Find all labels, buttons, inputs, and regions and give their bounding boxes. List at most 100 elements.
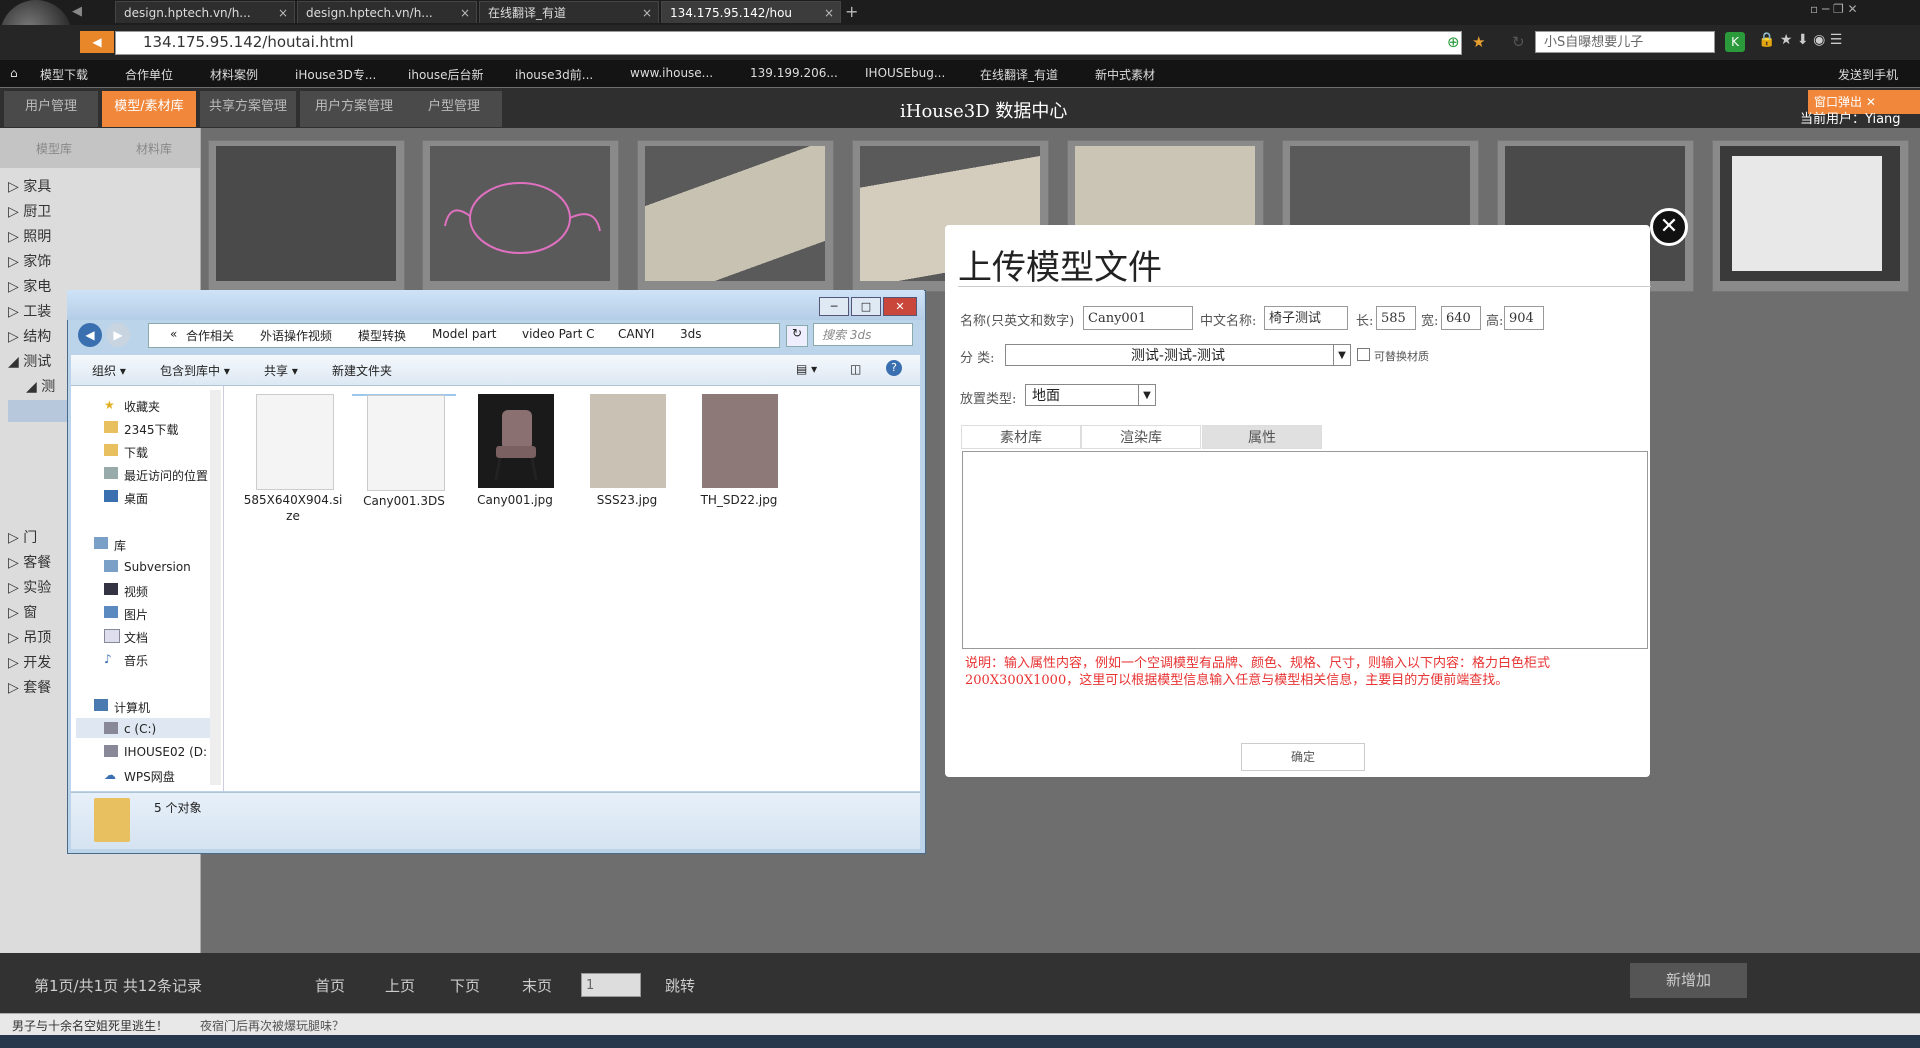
nav-computer[interactable]: 计算机 [114, 699, 150, 716]
replaceable-checkbox[interactable] [1357, 348, 1370, 361]
toolbar-icons[interactable]: 🔒 ★ ⬇ ◉ ☰ [1758, 32, 1842, 48]
bookmark-item[interactable]: 材料案例 [210, 66, 258, 83]
width-input[interactable]: 640 [1441, 306, 1481, 330]
close-icon[interactable]: × [824, 2, 834, 24]
category-select[interactable]: 测试-测试-测试 ▼ [1005, 344, 1351, 366]
browser-tab[interactable]: design.hptech.vn/h... × [297, 1, 477, 23]
properties-textarea[interactable] [962, 451, 1648, 649]
explorer-titlebar[interactable] [67, 290, 924, 320]
tree-item-expanded[interactable]: ◢ 测试 [8, 351, 51, 371]
nav-item[interactable]: 视频 [124, 583, 148, 600]
tree-item[interactable]: ▷ 工装 [8, 301, 51, 321]
nav-floorplan-management[interactable]: 户型管理 [406, 91, 502, 127]
send-to-phone-link[interactable]: 发送到手机 [1838, 66, 1898, 83]
close-icon[interactable]: × [460, 2, 470, 24]
add-new-button[interactable]: 新增加 [1630, 963, 1747, 998]
nav-item[interactable]: WPS网盘 [124, 768, 175, 785]
close-dialog-button[interactable]: ✕ [1650, 208, 1688, 246]
tree-item[interactable]: ▷ 实验 [8, 577, 51, 597]
pager-first[interactable]: 首页 [315, 975, 345, 996]
tree-item[interactable]: ▷ 吊顶 [8, 627, 51, 647]
bookmark-item[interactable]: 新中式素材 [1095, 66, 1155, 83]
length-input[interactable]: 585 [1376, 306, 1416, 330]
share-menu[interactable]: 共享 ▾ [264, 362, 298, 379]
maximize-button[interactable]: □ [851, 297, 881, 316]
tree-item[interactable]: ▷ 家具 [8, 176, 51, 196]
tree-item[interactable]: ▷ 套餐 [8, 677, 51, 697]
model-thumbnail[interactable] [208, 140, 405, 292]
tab-properties[interactable]: 属性 [1202, 425, 1322, 449]
bookmark-item[interactable]: 139.199.206... [750, 66, 838, 80]
nav-item[interactable]: 图片 [124, 606, 148, 623]
nav-item[interactable]: Subversion [124, 560, 191, 574]
back-arrow-icon[interactable]: ◀ [78, 323, 102, 347]
status-news-link[interactable]: 夜宿门后再次被爆玩腿味？ [200, 1017, 344, 1034]
view-options-icon[interactable]: ▤ ▾ [796, 362, 817, 376]
tree-item[interactable]: ▷ 照明 [8, 226, 51, 246]
close-icon[interactable]: × [642, 2, 652, 24]
tab-render-library[interactable]: 渲染库 [1081, 425, 1201, 449]
browser-tab[interactable]: 在线翻译_有道 × [479, 1, 659, 23]
tree-item[interactable]: ▷ 厨卫 [8, 201, 51, 221]
bookmark-item[interactable]: ihouse后台新 [408, 66, 484, 83]
breadcrumb-item[interactable]: Model part [432, 327, 496, 341]
new-tab-button[interactable]: + [845, 2, 858, 21]
pager-jump[interactable]: 跳转 [665, 975, 695, 996]
breadcrumb-item[interactable]: « [170, 327, 177, 341]
breadcrumb-item[interactable]: 3ds [680, 327, 702, 341]
page-number-input[interactable]: 1 [581, 973, 641, 997]
nav-favorites[interactable]: 收藏夹 [124, 398, 160, 415]
tree-item-expanded[interactable]: ◢ 测 [26, 376, 55, 396]
pager-last[interactable]: 末页 [522, 975, 552, 996]
nav-item[interactable]: 文档 [124, 629, 148, 646]
bookmark-item[interactable]: IHOUSEbug... [865, 66, 945, 80]
breadcrumb-item[interactable]: video Part C [522, 327, 594, 341]
window-controls[interactable]: ▫ ─ ❐ ✕ [1810, 2, 1858, 16]
nav-scrollbar[interactable] [210, 390, 221, 785]
nav-user-plans[interactable]: 用户方案管理 [300, 91, 408, 127]
model-thumbnail[interactable] [1712, 140, 1909, 292]
confirm-button[interactable]: 确定 [1241, 743, 1365, 771]
nav-item[interactable]: 下载 [124, 444, 148, 461]
breadcrumb-item[interactable]: CANYI [618, 327, 654, 341]
status-news-link[interactable]: 男子与十余名空姐死里逃生！ [12, 1017, 168, 1034]
nav-item[interactable]: 2345下载 [124, 421, 179, 438]
model-thumbnail[interactable] [422, 140, 619, 292]
breadcrumb-item[interactable]: 外语操作视频 [260, 327, 332, 344]
height-input[interactable]: 904 [1504, 306, 1544, 330]
refresh-icon[interactable]: ↻ [1512, 33, 1525, 51]
bookmark-item[interactable]: iHouse3D专... [295, 66, 376, 83]
explorer-search-input[interactable]: 搜索 3ds [813, 323, 913, 346]
file-item-selected[interactable]: Cany001.3DS [352, 394, 456, 508]
tab-model-library[interactable]: 模型库 [36, 140, 72, 160]
new-folder-button[interactable]: 新建文件夹 [332, 362, 392, 379]
browser-tab[interactable]: design.hptech.vn/h... × [115, 1, 295, 23]
browser-tab-active[interactable]: 134.175.95.142/hou × [661, 1, 841, 23]
tree-item[interactable]: ▷ 客餐 [8, 552, 51, 572]
breadcrumb-item[interactable]: 模型转换 [358, 327, 406, 344]
nav-item[interactable]: c (C:) [124, 722, 156, 736]
tree-item[interactable]: ▷ 窗 [8, 602, 37, 622]
tree-item[interactable]: ▷ 家电 [8, 276, 51, 296]
close-window-button[interactable]: ✕ [883, 297, 917, 316]
nav-shared-plans[interactable]: 共享方案管理 [200, 91, 296, 127]
breadcrumb-item[interactable]: 合作相关 [186, 327, 234, 344]
forward-arrow-icon[interactable]: ▶ [106, 323, 130, 347]
tree-item[interactable]: ▷ 家饰 [8, 251, 51, 271]
minimize-button[interactable]: ─ [819, 297, 849, 316]
tree-item[interactable]: ▷ 结构 [8, 326, 51, 346]
bookmark-item[interactable]: 合作单位 [125, 66, 173, 83]
nav-item[interactable]: 桌面 [124, 490, 148, 507]
model-thumbnail[interactable] [637, 140, 834, 292]
bookmark-item[interactable]: 模型下载 [40, 66, 88, 83]
tab-material-library[interactable]: 素材库 [961, 425, 1081, 449]
nav-item[interactable]: IHOUSE02 (D: [124, 745, 207, 759]
preview-pane-icon[interactable]: ◫ [850, 362, 861, 376]
nav-model-library[interactable]: 模型/素材库 [102, 91, 196, 127]
back-button[interactable]: ◀ [80, 31, 114, 53]
pager-next[interactable]: 下页 [450, 975, 480, 996]
add-icon[interactable]: ⊕ [1447, 33, 1460, 51]
include-library-menu[interactable]: 包含到库中 ▾ [160, 362, 230, 379]
bookmark-item[interactable]: www.ihouse... [630, 66, 713, 80]
close-icon[interactable]: × [278, 2, 288, 24]
